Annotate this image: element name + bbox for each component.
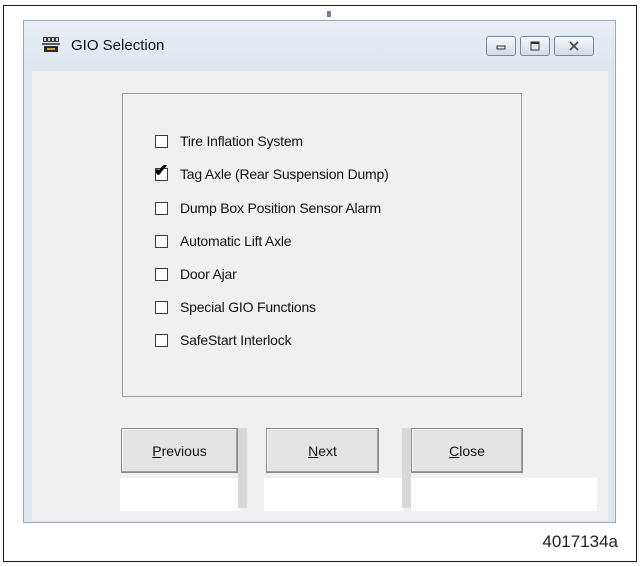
option-safestart-interlock[interactable]: SafeStart Interlock <box>155 331 292 349</box>
next-button[interactable]: Next <box>266 428 379 473</box>
checkbox[interactable] <box>155 134 168 148</box>
previous-button[interactable]: Previous <box>121 428 238 473</box>
window-title: GIO Selection <box>71 37 165 54</box>
close-icon <box>569 41 579 51</box>
option-tire-inflation[interactable]: Tire Inflation System <box>155 132 303 150</box>
close-button-label: Close <box>449 442 485 459</box>
button-well <box>411 478 597 511</box>
button-separator <box>238 428 247 508</box>
option-door-ajar[interactable]: Door Ajar <box>155 265 237 283</box>
checkbox[interactable] <box>155 267 168 281</box>
frame-notch <box>327 11 331 17</box>
button-separator <box>402 428 411 508</box>
title-bar[interactable]: GIO Selection <box>24 21 615 71</box>
option-tag-axle[interactable]: ✔ Tag Axle (Rear Suspension Dump) <box>154 162 389 183</box>
checkmark-icon: ✔ <box>154 160 169 180</box>
checkbox[interactable] <box>155 201 168 215</box>
option-special-gio[interactable]: Special GIO Functions <box>155 298 316 316</box>
maximize-icon <box>530 41 540 51</box>
gio-app-icon <box>42 37 60 52</box>
maximize-button[interactable] <box>520 36 550 56</box>
option-automatic-lift-axle[interactable]: Automatic Lift Axle <box>155 232 292 250</box>
close-window-button[interactable] <box>554 36 594 56</box>
checkbox[interactable]: ✔ <box>154 162 168 181</box>
next-button-label: Next <box>308 442 337 459</box>
option-label: SafeStart Interlock <box>180 332 292 348</box>
option-label: Tire Inflation System <box>180 133 303 149</box>
option-label: Tag Axle (Rear Suspension Dump) <box>180 166 389 182</box>
option-dump-box-sensor[interactable]: Dump Box Position Sensor Alarm <box>155 199 381 217</box>
option-label: Dump Box Position Sensor Alarm <box>180 200 381 216</box>
gio-selection-window: GIO Selection Tire Inflation System ✔ Ta… <box>23 20 616 523</box>
previous-button-label: Previous <box>152 442 207 459</box>
close-button[interactable]: Close <box>411 428 523 473</box>
minimize-icon <box>496 45 506 50</box>
gio-options-group: Tire Inflation System ✔ Tag Axle (Rear S… <box>122 93 522 397</box>
checkbox[interactable] <box>155 234 168 248</box>
option-label: Special GIO Functions <box>180 299 316 315</box>
minimize-button[interactable] <box>486 36 516 56</box>
checkbox[interactable] <box>155 333 168 347</box>
option-label: Door Ajar <box>180 266 237 282</box>
button-well <box>120 478 240 511</box>
option-label: Automatic Lift Axle <box>180 233 292 249</box>
figure-id: 4017134a <box>542 532 618 551</box>
checkbox[interactable] <box>155 300 168 314</box>
window-client-area: Tire Inflation System ✔ Tag Axle (Rear S… <box>32 71 608 521</box>
button-well <box>264 478 404 511</box>
